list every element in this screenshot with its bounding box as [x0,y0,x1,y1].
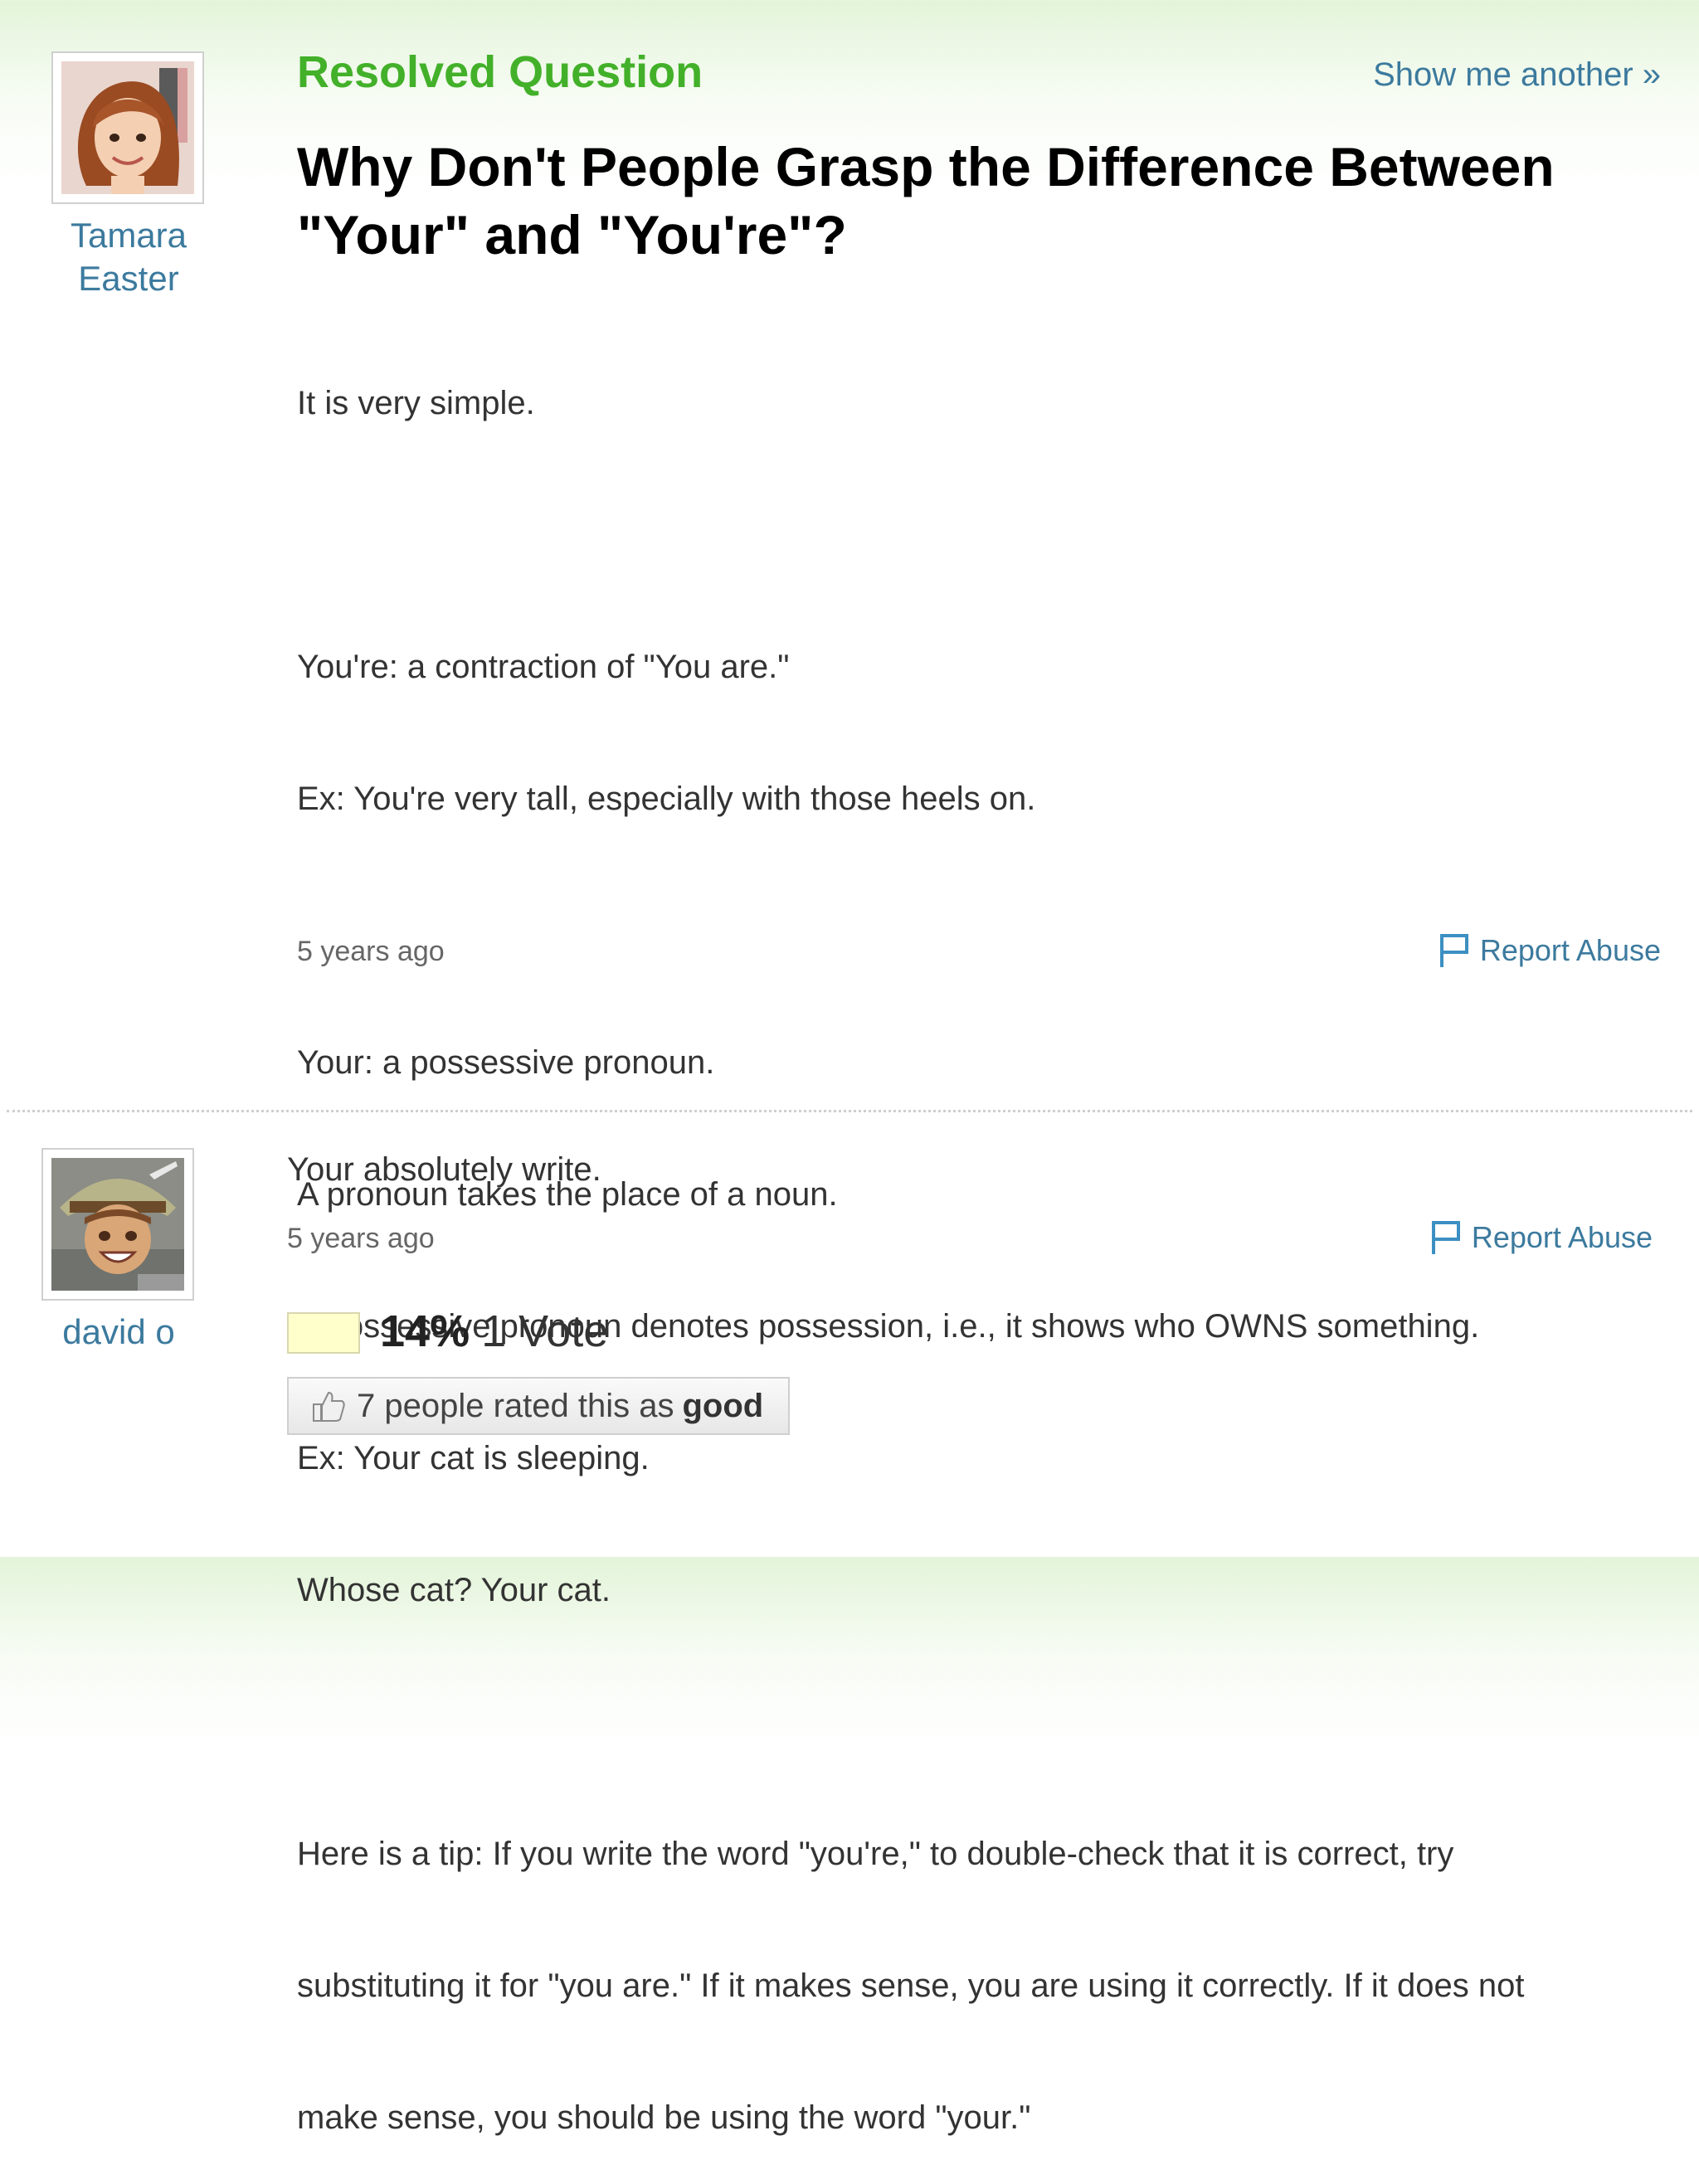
body-line: Here is a tip: If you write the word "yo… [297,1836,1454,1872]
report-abuse-label[interactable]: Report Abuse [1472,1220,1653,1255]
section-divider [7,1110,1692,1112]
answer-report-abuse-button[interactable]: Report Abuse [1429,1219,1653,1256]
man-hat-avatar-icon [51,1158,184,1291]
woman-avatar-icon [61,61,194,194]
vote-percent: 14% [380,1306,470,1356]
body-line: Your: a possessive pronoun. [297,1044,715,1081]
question-title: Why Don't People Grasp the Difference Be… [297,133,1674,269]
thumbs-up-icon [313,1391,345,1422]
resolved-question-label: Resolved Question [297,47,703,97]
body-line: You're: a contraction of "You are." [297,649,790,685]
vote-count: 1 Vote [481,1306,609,1356]
body-line: Ex: Your cat is sleeping. [297,1440,650,1476]
show-me-another-link[interactable]: Show me another » [1373,56,1661,94]
vote-stats: 14% 1 Vote [380,1306,608,1357]
question-title-line1: Why Don't People Grasp the Difference Be… [297,136,1555,197]
asker-last-name[interactable]: Easter [33,257,224,300]
body-line: Whose cat? Your cat. [297,1572,611,1608]
rated-good-button[interactable]: 7 people rated this as good [287,1377,790,1435]
answerer-name[interactable]: david o [23,1311,214,1354]
asker-avatar[interactable] [51,51,204,204]
flag-icon [1439,934,1468,967]
vote-bar [287,1312,360,1354]
answer-timestamp: 5 years ago [287,1223,435,1254]
rated-word: good [682,1387,764,1424]
answerer-avatar[interactable] [41,1148,194,1301]
answer-text: Your absolutely write. [287,1151,601,1188]
report-abuse-label[interactable]: Report Abuse [1480,933,1661,968]
asker-name[interactable]: Tamara Easter [33,214,224,300]
body-line: make sense, you should be using the word… [297,2099,1031,2136]
question-title-line2: "Your" and "You're"? [297,204,847,265]
body-line: substituting it for "you are." If it mak… [297,1968,1525,2004]
flag-icon [1431,1221,1460,1254]
rated-text: 7 people rated this as [357,1387,674,1424]
question-report-abuse-button[interactable]: Report Abuse [1437,932,1661,969]
asker-first-name[interactable]: Tamara [33,214,224,257]
body-line: Ex: You're very tall, especially with th… [297,781,1036,817]
question-timestamp: 5 years ago [297,936,445,967]
body-line: It is very simple. [297,385,535,421]
